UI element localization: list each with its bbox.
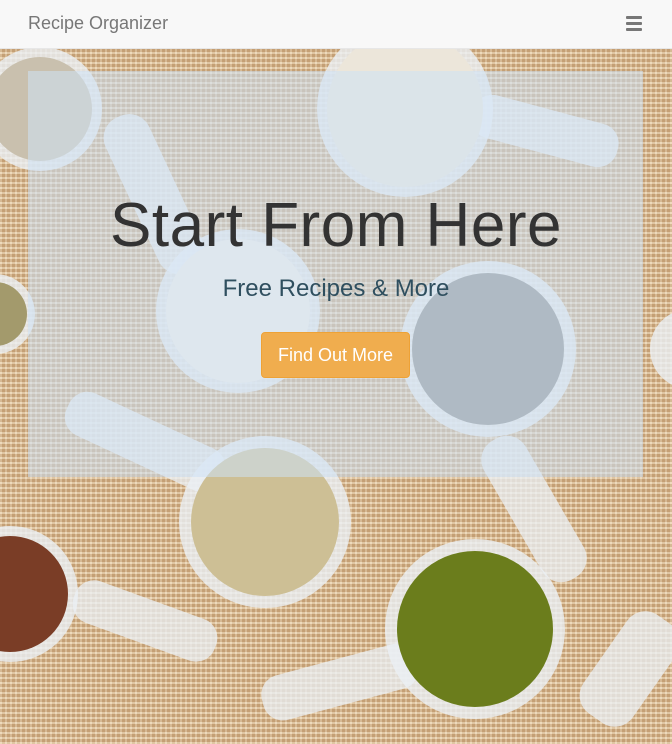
brand-link[interactable]: Recipe Organizer [28,13,168,34]
navbar: Recipe Organizer [0,0,672,49]
hero-panel [28,71,643,477]
hero-title: Start From Here [110,191,562,260]
hamburger-menu-icon[interactable] [626,16,642,32]
hero-subtitle: Free Recipes & More [222,275,450,302]
find-out-more-button[interactable]: Find Out More [261,332,410,378]
